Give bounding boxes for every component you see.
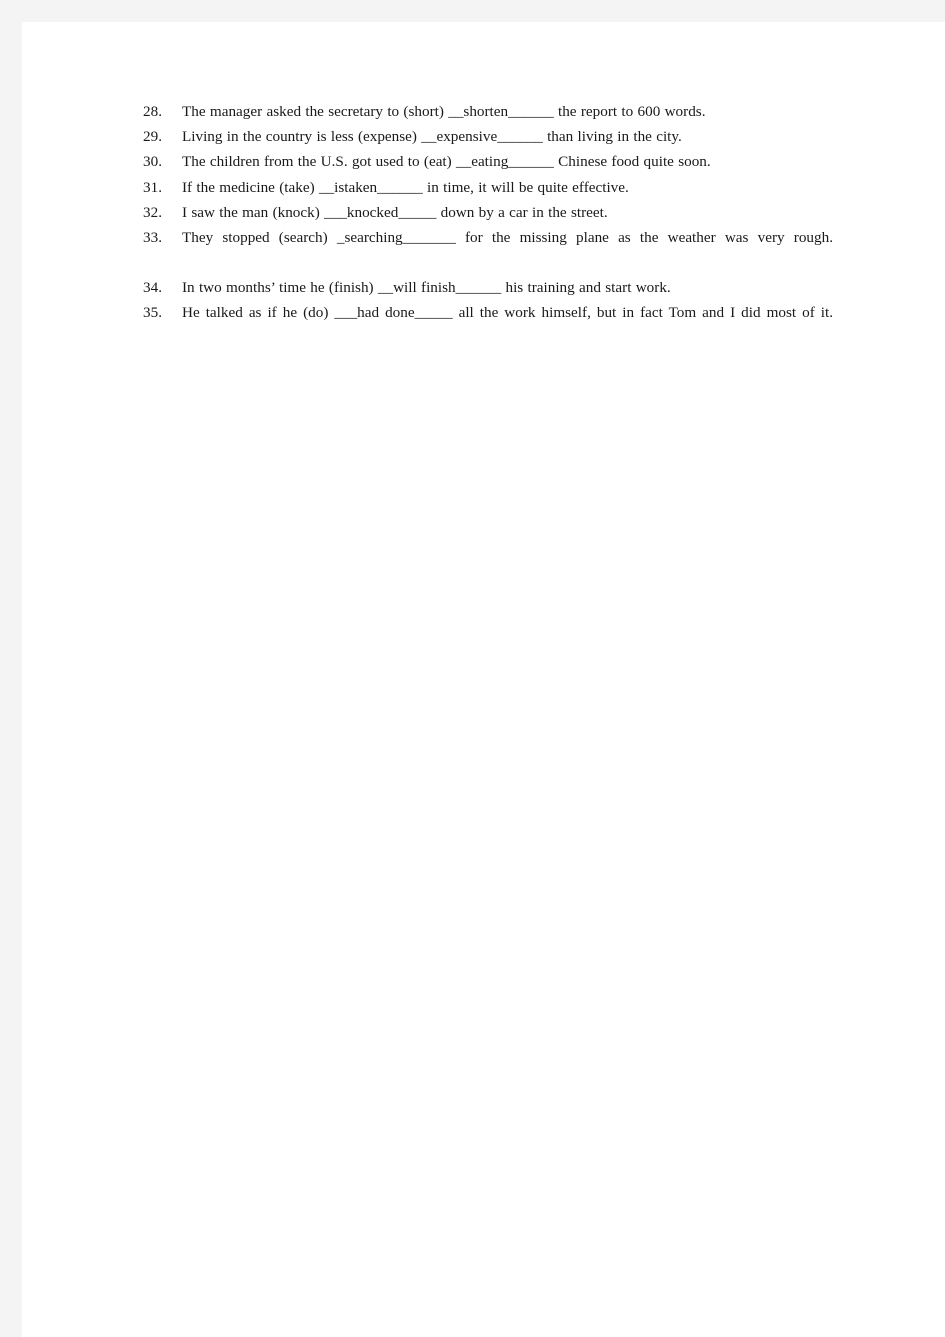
exercise-number: 28. [143,103,162,120]
exercise-item: 28. The manager asked the secretary to (s… [143,100,833,125]
exercise-item: 33. They stopped (search) _searching_____… [143,226,833,275]
exercise-number: 32. [143,203,162,221]
exercise-prompt-before: The children from the U.S. got used to (… [182,153,452,171]
exercise-text: The manager asked the secretary to (shor… [182,100,833,125]
answer-blank[interactable]: _searching_______ [337,229,456,246]
exercise-item: 30. The children from the U.S. got used t… [143,150,833,175]
exercise-prompt-before: If the medicine (take) [182,178,315,196]
exercise-item: 34. In two months’ time he (finish) __wil… [143,276,833,301]
exercise-prompt-before: He talked as if he (do) [182,304,329,322]
exercise-item: 31. If the medicine (take) __istaken_____… [143,176,833,201]
exercise-prompt-before: Living in the country is less (expense) [182,128,417,146]
answer-blank[interactable]: __shorten______ [448,103,553,120]
exercise-text: If the medicine (take) __istaken______ i… [182,176,833,201]
exercise-prompt-after: than living in the city. [547,128,682,146]
exercise-list: 28. The manager asked the secretary to (s… [143,100,833,351]
exercise-number: 31. [143,178,162,196]
exercise-number: 33. [143,229,162,247]
document-page: 28. The manager asked the secretary to (s… [22,22,945,1337]
answer-blank[interactable]: __will finish______ [378,279,501,296]
exercise-prompt-before: The manager asked the secretary to (shor… [182,103,444,120]
answer-blank[interactable]: __expensive______ [421,128,542,145]
exercise-text: He talked as if he (do) ___had done_____… [182,301,833,350]
exercise-prompt-after: in time, it will be quite effective. [427,178,629,196]
exercise-text: They stopped (search) _searching_______ … [182,226,833,275]
exercise-item: 32. I saw the man (knock) ___knocked_____… [143,201,833,226]
exercise-text: Living in the country is less (expense) … [182,125,833,150]
exercise-number: 29. [143,128,162,146]
exercise-prompt-after: Chinese food quite soon. [558,153,711,171]
exercise-item: 29. Living in the country is less (expens… [143,125,833,150]
exercise-prompt-after: all the work himself, but in fact Tom an… [458,304,833,322]
exercise-prompt-after: his training and start work. [505,278,671,296]
exercise-text: The children from the U.S. got used to (… [182,150,833,175]
exercise-prompt-before: I saw the man (knock) [182,203,320,221]
answer-blank[interactable]: ___had done_____ [334,304,452,321]
exercise-prompt-before: In two months’ time he (finish) [182,278,374,296]
exercise-prompt-before: They stopped (search) [182,229,328,247]
exercise-text: I saw the man (knock) ___knocked_____ do… [182,201,833,226]
exercise-item: 35. He talked as if he (do) ___had done__… [143,301,833,350]
exercise-number: 34. [143,278,162,296]
exercise-text: In two months’ time he (finish) __will f… [182,276,833,301]
answer-blank[interactable]: __eating______ [456,153,554,170]
exercise-prompt-after: for the missing plane as the weather was… [464,229,834,247]
answer-blank[interactable]: __istaken______ [319,179,423,196]
exercise-number: 35. [143,304,162,322]
answer-blank[interactable]: ___knocked_____ [324,204,436,221]
exercise-prompt-after: the report to 600 words. [557,103,706,120]
exercise-number: 30. [143,153,162,171]
exercise-prompt-after: down by a car in the street. [440,203,608,221]
